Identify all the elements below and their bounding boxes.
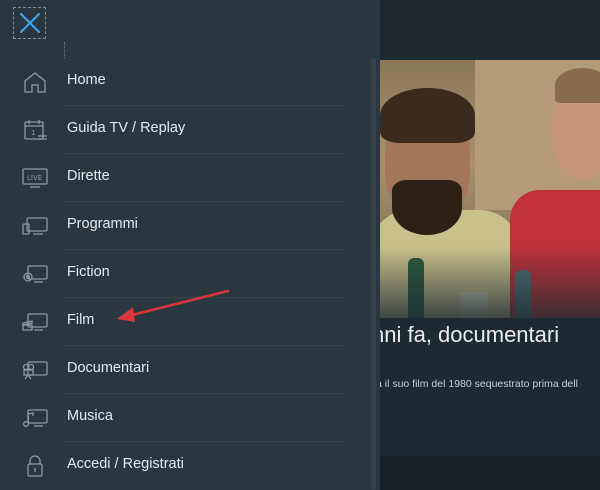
navigation-drawer: Home 1 Guida TV / Replay LIVE Dirette Pr… [0,0,380,490]
close-x-icon [19,12,40,34]
menu-item-guida-tv[interactable]: 1 Guida TV / Replay [0,106,350,154]
home-icon [20,70,50,94]
calendar-guide-icon: 1 [20,118,50,142]
menu-item-home[interactable]: Home [0,58,350,106]
menu-label-home: Home [67,72,106,88]
close-button[interactable] [13,7,46,39]
menu-label-guida-tv: Guida TV / Replay [67,120,186,136]
menu-label-musica: Musica [67,408,113,424]
film-clapper-icon [20,310,50,334]
menu-label-accedi: Accedi / Registrati [67,456,184,472]
svg-text:LIVE: LIVE [27,174,42,182]
documentary-camera-icon [20,358,50,382]
lock-icon [20,454,50,478]
drawer-scrollbar[interactable] [371,58,376,490]
fiction-camera-icon [20,262,50,286]
focus-outline [13,42,65,58]
menu-label-fiction: Fiction [67,264,110,280]
music-note-icon [20,406,50,430]
svg-text:1: 1 [31,129,35,137]
menu-item-fiction[interactable]: Fiction [0,250,350,298]
menu-item-film[interactable]: Film [0,298,350,346]
menu-item-accedi[interactable]: Accedi / Registrati [0,442,350,490]
menu-item-dirette[interactable]: LIVE Dirette [0,154,350,202]
menu-item-programmi[interactable]: Programmi [0,202,350,250]
hero-section[interactable]: nni fa, documentari a il suo film del 19… [380,56,600,456]
menu-item-musica[interactable]: Musica [0,394,350,442]
menu-label-documentari: Documentari [67,360,150,376]
hero-title[interactable]: nni fa, documentari [380,322,559,348]
live-tv-icon: LIVE [20,166,50,190]
menu-label-film: Film [67,312,95,328]
main-menu: Home 1 Guida TV / Replay LIVE Dirette Pr… [0,58,350,490]
top-bar-background [380,0,600,56]
tv-programs-icon [20,214,50,238]
bottom-background [380,456,600,490]
menu-label-programmi: Programmi [67,216,138,232]
hero-description: a il suo film del 1980 sequestrato prima… [380,378,578,390]
menu-item-documentari[interactable]: Documentari [0,346,350,394]
menu-label-dirette: Dirette [67,168,110,184]
